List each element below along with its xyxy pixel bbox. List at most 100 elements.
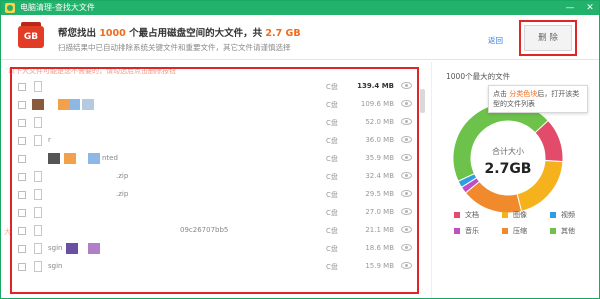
file-name: sgin [48,244,63,252]
file-size: 29.5 MB [365,190,394,198]
redacted-block [88,243,100,254]
preview-eye-icon[interactable] [401,154,412,161]
file-row[interactable]: C盘 27.0 MB [4,204,414,222]
back-link[interactable]: 返回 [488,35,503,46]
legend-item-video[interactable]: 视频 [550,210,575,220]
file-row[interactable]: .zip C盘 32.4 MB [4,168,414,186]
row-checkbox[interactable] [18,209,26,217]
file-size: 21.1 MB [365,226,394,234]
row-checkbox[interactable] [18,191,26,199]
preview-eye-icon[interactable] [401,172,412,179]
file-name: .zip [116,190,129,198]
file-size: 32.4 MB [365,172,394,180]
file-drive: C盘 [326,83,338,91]
file-size: 15.9 MB [365,262,394,270]
row-checkbox[interactable] [18,137,26,145]
total-size: 2.7 GB [265,28,301,39]
row-checkbox[interactable] [18,101,26,109]
legend-swatch [502,228,508,234]
redacted-block [48,153,60,164]
file-size: 139.4 MB [357,82,394,90]
preview-eye-icon[interactable] [401,82,412,89]
legend-item-other[interactable]: 其他 [550,226,575,236]
row-checkbox[interactable] [18,155,26,163]
close-button[interactable]: ✕ [585,1,595,15]
preview-eye-icon[interactable] [401,226,412,233]
summary-pane: 1000个最大的文件 合计大小 2.7GB 点击 分类色块后，打开该类型的文件列… [431,62,597,298]
minimize-button[interactable]: — [565,1,575,15]
file-row[interactable]: C盘 52.0 MB [4,114,414,132]
file-name: 09c26707bb5 [180,226,229,234]
file-drive: C盘 [326,209,338,217]
file-row[interactable]: C盘 109.6 MB [4,96,414,114]
redacted-block [58,99,70,110]
redacted-block [64,153,76,164]
file-icon [34,171,42,182]
app-window: 电脑清理-查找大文件 — ✕ GB 帮您找出 1000 个最占用磁盘空间的大文件… [0,0,600,299]
file-name: r [48,136,51,144]
window-controls: — ✕ [565,1,595,15]
preview-eye-icon[interactable] [401,190,412,197]
row-checkbox[interactable] [18,227,26,235]
delete-button[interactable]: 删 除 [524,25,572,51]
file-drive: C盘 [326,263,338,271]
file-name: nted [102,154,118,162]
donut-center-label: 合计大小 [492,147,524,156]
file-icon [34,261,42,272]
legend-item-music[interactable]: 音乐 [454,226,479,236]
file-icon [34,81,42,92]
file-icon [34,189,42,200]
redacted-block [82,99,94,110]
donut-center-value: 2.7GB [484,161,532,177]
preview-eye-icon[interactable] [401,100,412,107]
row-checkbox[interactable] [18,119,26,127]
file-icon [34,207,42,218]
file-row[interactable]: C盘 139.4 MB [4,78,414,96]
file-drive: C盘 [326,173,338,181]
window-title: 电脑清理-查找大文件 [20,3,95,12]
redacted-block [88,153,100,164]
row-checkbox[interactable] [18,83,26,91]
file-row[interactable]: r C盘 36.0 MB [4,132,414,150]
file-size: 36.0 MB [365,136,394,144]
tooltip-accent: 分类色块 [509,90,538,98]
legend-swatch [550,212,556,218]
redacted-block [70,99,80,110]
file-row[interactable]: .zip C盘 29.5 MB [4,186,414,204]
row-checkbox[interactable] [18,263,26,271]
file-row[interactable]: sgin C盘 18.6 MB [4,240,414,258]
app-logo-icon [5,3,15,13]
legend-item-docs[interactable]: 文档 [454,210,479,220]
file-row[interactable]: nted C盘 35.9 MB [4,150,414,168]
legend-label: 音乐 [465,227,479,235]
file-drive: C盘 [326,227,338,235]
file-size: 109.6 MB [360,100,394,108]
redacted-block [66,243,78,254]
file-row[interactable]: 09c26707bb5 C盘 21.1 MB [4,222,414,240]
file-drive: C盘 [326,137,338,145]
file-drive: C盘 [326,155,338,163]
header: GB 帮您找出 1000 个最占用磁盘空间的大文件，共 2.7 GB 扫描结果中… [1,15,599,61]
headline-prefix: 帮您找出 [58,28,100,39]
preview-eye-icon[interactable] [401,244,412,251]
file-icon [34,135,42,146]
list-scrollbar[interactable] [420,89,425,113]
preview-eye-icon[interactable] [401,136,412,143]
file-size: 52.0 MB [365,118,394,126]
legend-label: 压缩 [513,227,527,235]
file-size: 35.9 MB [365,154,394,162]
row-checkbox[interactable] [18,173,26,181]
legend-swatch [454,212,460,218]
preview-eye-icon[interactable] [401,208,412,215]
legend-item-archive[interactable]: 压缩 [502,226,527,236]
file-drive: C盘 [326,245,338,253]
preview-eye-icon[interactable] [401,118,412,125]
file-name: sgin [48,262,63,270]
row-checkbox[interactable] [18,245,26,253]
redacted-block [32,99,44,110]
legend-item-images[interactable]: 图像 [502,210,527,220]
file-icon [34,243,42,254]
file-row[interactable]: sgin C盘 15.9 MB [4,258,414,276]
subline: 扫描结果中已自动排除系统关键文件和重要文件，其它文件请谨慎选择 [58,43,291,52]
preview-eye-icon[interactable] [401,262,412,269]
